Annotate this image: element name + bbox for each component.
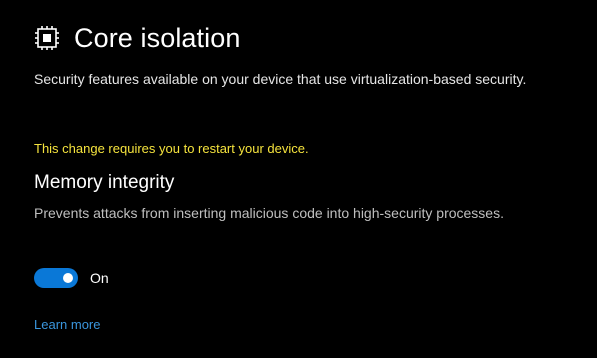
toggle-knob	[63, 273, 73, 283]
page-title: Core isolation	[74, 23, 241, 53]
chip-icon	[34, 25, 60, 51]
memory-integrity-title: Memory integrity	[34, 172, 175, 193]
restart-warning: This change requires you to restart your…	[34, 141, 309, 156]
toggle-state-label: On	[90, 270, 109, 286]
memory-integrity-toggle-row: On	[34, 267, 109, 289]
memory-integrity-toggle[interactable]	[34, 268, 78, 288]
core-isolation-page: Core isolation Security features availab…	[0, 0, 597, 358]
learn-more-link[interactable]: Learn more	[34, 316, 100, 334]
page-header: Core isolation	[34, 22, 241, 54]
memory-integrity-description: Prevents attacks from inserting maliciou…	[34, 205, 504, 221]
page-description: Security features available on your devi…	[34, 71, 527, 87]
